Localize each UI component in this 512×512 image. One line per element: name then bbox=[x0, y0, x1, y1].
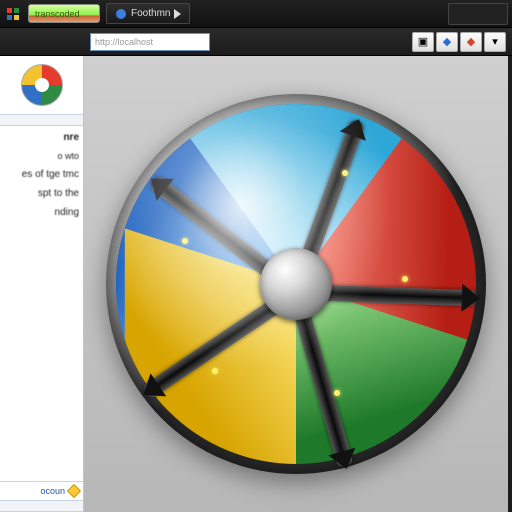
main-canvas bbox=[84, 56, 512, 512]
tab-favicon-icon bbox=[115, 8, 127, 20]
tab-title: Foothmn bbox=[131, 8, 170, 19]
color-wheel-graphic bbox=[106, 94, 486, 474]
status-pill[interactable]: transcoded bbox=[28, 4, 100, 23]
sidebar: nre o wto es of tge tmc spt to the nding… bbox=[0, 56, 84, 512]
sidebar-subheading: o wto bbox=[4, 151, 79, 161]
app-logo-icon bbox=[4, 5, 22, 23]
toolbar-button-gem-red[interactable]: ◆ bbox=[460, 32, 482, 52]
shield-icon bbox=[67, 484, 81, 498]
play-icon bbox=[174, 9, 181, 19]
toolbar-button-view[interactable]: ▣ bbox=[412, 32, 434, 52]
sidebar-bottom-link[interactable]: ocoun bbox=[0, 481, 83, 500]
sidebar-item[interactable]: es of tge tmc bbox=[4, 169, 79, 180]
toolbar: http://localhost ▣ ◆ ◆ ▾ bbox=[0, 28, 512, 56]
sidebar-bottom-label: ocoun bbox=[40, 486, 65, 496]
toolbar-button-dropdown[interactable]: ▾ bbox=[484, 32, 506, 52]
toolbar-button-gem-blue[interactable]: ◆ bbox=[436, 32, 458, 52]
browser-logo-icon bbox=[21, 64, 63, 106]
workspace: nre o wto es of tge tmc spt to the nding… bbox=[0, 56, 512, 512]
titlebar-right-controls[interactable] bbox=[448, 3, 508, 25]
sidebar-logo-area bbox=[0, 56, 83, 114]
window-tab[interactable]: Foothmn bbox=[106, 3, 190, 24]
address-text: http://localhost bbox=[95, 37, 153, 47]
sidebar-item[interactable]: nding bbox=[4, 207, 79, 218]
sidebar-divider bbox=[0, 114, 83, 126]
sidebar-heading: nre bbox=[4, 132, 79, 143]
wheel-hub-icon bbox=[260, 248, 332, 320]
sidebar-item[interactable]: spt to the bbox=[4, 188, 79, 199]
sidebar-footer-divider bbox=[0, 500, 83, 512]
address-bar[interactable]: http://localhost bbox=[90, 33, 210, 51]
sidebar-items: nre o wto es of tge tmc spt to the nding bbox=[0, 126, 83, 224]
window-titlebar: transcoded Foothmn bbox=[0, 0, 512, 28]
